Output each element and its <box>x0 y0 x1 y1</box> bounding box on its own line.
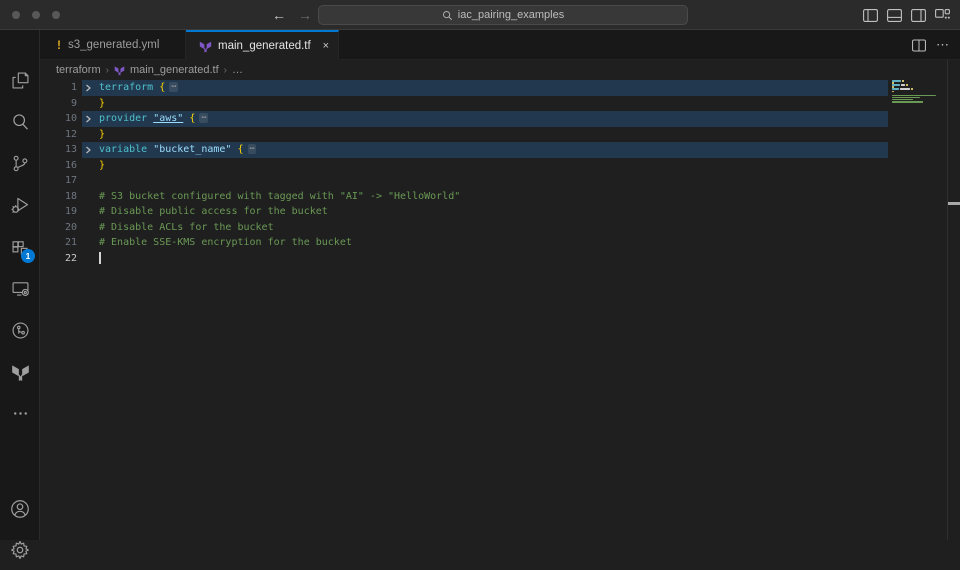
folded-code-badge[interactable]: ⋯ <box>199 113 207 123</box>
vscode-window: ← → iac_pairing_examples <box>0 0 960 540</box>
code-text: } <box>99 158 105 174</box>
minimap-line <box>911 88 913 90</box>
folded-code-badge[interactable]: ⋯ <box>169 82 177 92</box>
line-number: 18 <box>40 189 77 205</box>
code-text: # Disable ACLs for the bucket <box>99 220 274 236</box>
line-number: 12 <box>40 127 77 143</box>
line-number: 21 <box>40 235 77 251</box>
tab-label: main_generated.tf <box>218 40 311 52</box>
minimap-line <box>892 88 899 90</box>
extensions-badge: 1 <box>21 249 35 263</box>
code-line[interactable]: 16} <box>40 158 948 174</box>
minimap[interactable] <box>892 80 946 540</box>
code-line[interactable]: 22 <box>40 251 948 267</box>
code-line[interactable]: 21 # Enable SSE-KMS encryption for the bu… <box>40 235 948 251</box>
minimap-line <box>892 101 923 103</box>
folded-code-badge[interactable]: ⋯ <box>248 144 256 154</box>
code-line[interactable]: 18 # S3 bucket configured with tagged wit… <box>40 189 948 205</box>
terraform-icon <box>199 40 212 53</box>
navigate-back-icon[interactable]: ← <box>268 0 290 30</box>
source-control-graph-icon[interactable] <box>0 310 40 350</box>
code-text: # Enable SSE-KMS encryption for the buck… <box>99 235 352 251</box>
code-line[interactable]: 9} <box>40 96 948 112</box>
breadcrumb-symbol[interactable]: … <box>232 64 243 76</box>
line-number: 10 <box>40 111 77 127</box>
breadcrumb-file[interactable]: main_generated.tf <box>130 64 219 76</box>
toggle-primary-sidebar-icon[interactable] <box>863 8 878 22</box>
chevron-right-icon: › <box>224 65 227 76</box>
minimap-line <box>892 95 936 97</box>
folded-region-highlight <box>82 80 888 96</box>
chevron-right-icon: › <box>106 65 109 76</box>
code-text: terraform {⋯ <box>99 80 178 96</box>
code-text: } <box>99 96 105 112</box>
line-number: 22 <box>40 251 77 267</box>
more-actions-icon[interactable]: ⋯ <box>936 37 950 53</box>
customize-layout-icon[interactable] <box>935 8 950 22</box>
code-line[interactable]: 17 <box>40 173 948 189</box>
minimap-line <box>892 91 894 93</box>
code-line[interactable]: 1 terraform {⋯ <box>40 80 948 96</box>
zoom-window-button[interactable] <box>52 11 60 19</box>
line-number: 16 <box>40 158 77 174</box>
extensions-icon[interactable]: 1 <box>0 227 40 267</box>
navigate-forward-icon[interactable]: → <box>294 0 316 30</box>
terraform-activity-icon[interactable] <box>0 352 40 392</box>
overview-ruler-marker <box>948 202 960 205</box>
line-number: 19 <box>40 204 77 220</box>
remote-explorer-icon[interactable] <box>0 268 40 308</box>
toggle-secondary-sidebar-icon[interactable] <box>911 8 926 22</box>
line-number: 17 <box>40 173 77 189</box>
run-and-debug-icon[interactable] <box>0 185 40 225</box>
yaml-warning-icon: ! <box>57 38 61 52</box>
code-line[interactable]: 10 provider "aws" {⋯ <box>40 111 948 127</box>
line-number: 13 <box>40 142 77 158</box>
code-text: # Disable public access for the bucket <box>99 204 328 220</box>
minimap-line <box>906 84 908 86</box>
accounts-icon[interactable] <box>0 489 40 529</box>
tab-label: s3_generated.yml <box>68 39 159 51</box>
terraform-icon <box>114 65 125 76</box>
breadcrumb: terraform › main_generated.tf › … <box>40 60 960 80</box>
tab-main-generated-tf[interactable]: main_generated.tf × <box>186 30 339 60</box>
source-control-icon[interactable] <box>0 143 40 183</box>
code-line[interactable]: 19 # Disable public access for the bucket <box>40 204 948 220</box>
fold-chevron-icon[interactable] <box>84 146 92 154</box>
fold-chevron-icon[interactable] <box>84 84 92 92</box>
text-cursor <box>99 252 101 264</box>
breadcrumb-folder[interactable]: terraform <box>56 64 101 76</box>
tab-s3-generated-yml[interactable]: ! s3_generated.yml <box>40 30 186 60</box>
code-text: } <box>99 127 105 143</box>
code-line[interactable]: 12} <box>40 127 948 143</box>
settings-gear-icon[interactable] <box>0 530 40 570</box>
editor-scrollbar-track[interactable] <box>947 60 948 540</box>
code-text: provider "aws" {⋯ <box>99 111 208 127</box>
minimap-line <box>900 88 910 90</box>
explorer-icon[interactable] <box>0 60 40 100</box>
code-text: # S3 bucket configured with tagged with … <box>99 189 460 205</box>
additional-views-icon[interactable] <box>0 393 40 433</box>
window-controls <box>12 11 60 19</box>
title-bar: ← → iac_pairing_examples <box>0 0 960 30</box>
command-center-search[interactable]: iac_pairing_examples <box>318 5 688 25</box>
search-icon <box>442 10 453 21</box>
toggle-panel-icon[interactable] <box>887 8 902 22</box>
line-number: 9 <box>40 96 77 112</box>
tab-bar: ! s3_generated.yml main_generated.tf × ⋯ <box>40 30 960 60</box>
close-window-button[interactable] <box>12 11 20 19</box>
line-number: 20 <box>40 220 77 236</box>
split-editor-icon[interactable] <box>912 39 926 52</box>
code-line[interactable]: 20 # Disable ACLs for the bucket <box>40 220 948 236</box>
minimize-window-button[interactable] <box>32 11 40 19</box>
line-number: 1 <box>40 80 77 96</box>
fold-chevron-icon[interactable] <box>84 115 92 123</box>
search-icon[interactable] <box>0 101 40 141</box>
search-text: iac_pairing_examples <box>458 9 564 21</box>
minimap-line <box>902 80 904 82</box>
minimap-line <box>901 84 905 86</box>
code-line[interactable]: 13 variable "bucket_name" {⋯ <box>40 142 948 158</box>
code-text: variable "bucket_name" {⋯ <box>99 142 256 158</box>
close-tab-icon[interactable]: × <box>323 40 329 52</box>
activity-bar: 1 <box>0 30 40 540</box>
